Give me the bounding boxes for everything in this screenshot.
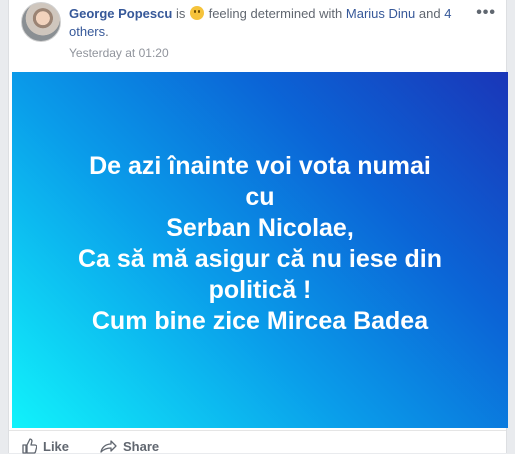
image-text-line: Cum bine zice Mircea Badea [91,307,429,335]
image-text-line: Serban Nicolae, [166,214,354,242]
more-options-button[interactable]: ••• [476,4,496,22]
feeling-text: feeling determined with [208,6,343,21]
image-text-line: Ca să mă asigur că nu iese din [77,245,443,273]
post-actions-bar: Like Share [9,430,506,454]
thumbs-up-icon [22,438,37,454]
share-arrow-icon [100,440,117,453]
image-text: De azi înainte voi vota numai cu Serban … [78,151,442,337]
share-button[interactable]: Share [99,438,159,454]
author-avatar[interactable] [21,2,61,42]
image-text-line: cu [245,183,275,211]
like-label: Like [43,438,70,454]
like-button[interactable]: Like [21,438,69,454]
post-header: George Popescu is feeling determined wit… [69,5,474,41]
and-text: and [418,6,441,21]
post-image[interactable]: De azi înainte voi vota numai cu Serban … [12,72,508,428]
image-text-line: politică ! [208,276,312,304]
image-text-line: De azi înainte voi vota numai [89,152,431,180]
post-card: George Popescu is feeling determined wit… [8,0,508,454]
author-name-link[interactable]: George Popescu [69,6,172,21]
period-text: . [105,24,109,39]
share-label: Share [123,438,160,454]
tagged-user-link[interactable]: Marius Dinu [346,6,415,21]
post-timestamp[interactable]: Yesterday at 01:20 [69,46,169,60]
determined-face-icon [189,6,204,20]
is-text: is [175,6,186,21]
